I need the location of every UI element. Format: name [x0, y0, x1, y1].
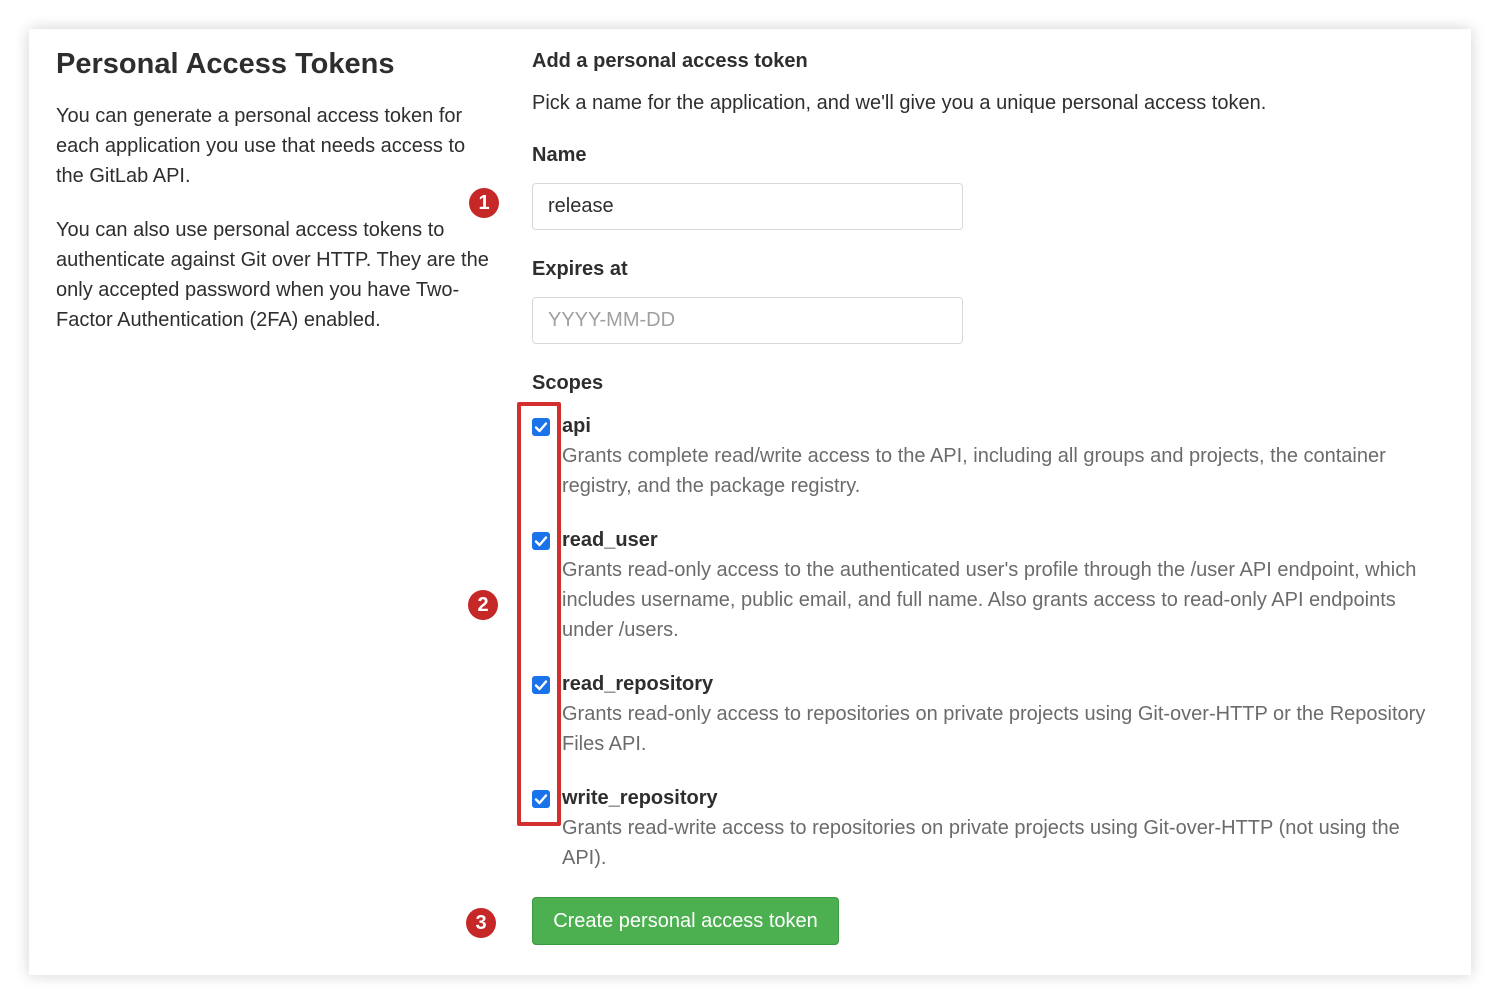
scope-read-user-description: Grants read-only access to the authentic… — [562, 559, 1417, 641]
scope-write-repository-description: Grants read-write access to repositories… — [562, 817, 1400, 869]
name-input[interactable] — [532, 183, 963, 230]
form-title: Add a personal access token — [532, 50, 808, 72]
scope-read-repository-name: read_repository — [562, 673, 714, 695]
step-marker-2: 2 — [468, 590, 498, 620]
scope-api-description: Grants complete read/write access to the… — [562, 445, 1386, 497]
step-marker-1: 1 — [469, 188, 499, 218]
form-description: Pick a name for the application, and we'… — [532, 92, 1267, 114]
left-panel: Personal Access Tokens You can generate … — [56, 48, 496, 359]
intro-paragraph: You can generate a personal access token… — [56, 105, 466, 187]
page-title: Personal Access Tokens — [56, 48, 395, 80]
scope-read-user-name: read_user — [562, 529, 658, 551]
scope-write-repository-name: write_repository — [562, 787, 718, 809]
checkbox-highlight-box — [517, 402, 561, 826]
scope-read-repository-description: Grants read-only access to repositories … — [562, 703, 1426, 755]
create-token-button[interactable]: Create personal access token — [532, 897, 839, 945]
expires-label: Expires at — [532, 258, 628, 280]
expires-input[interactable] — [532, 297, 963, 344]
token-form: Add a personal access token Pick a name … — [532, 46, 1452, 118]
info-paragraph: You can also use personal access tokens … — [56, 219, 489, 331]
step-marker-3: 3 — [466, 908, 496, 938]
scopes-label: Scopes — [532, 372, 604, 394]
name-label: Name — [532, 144, 587, 166]
scope-api-name: api — [562, 415, 591, 437]
